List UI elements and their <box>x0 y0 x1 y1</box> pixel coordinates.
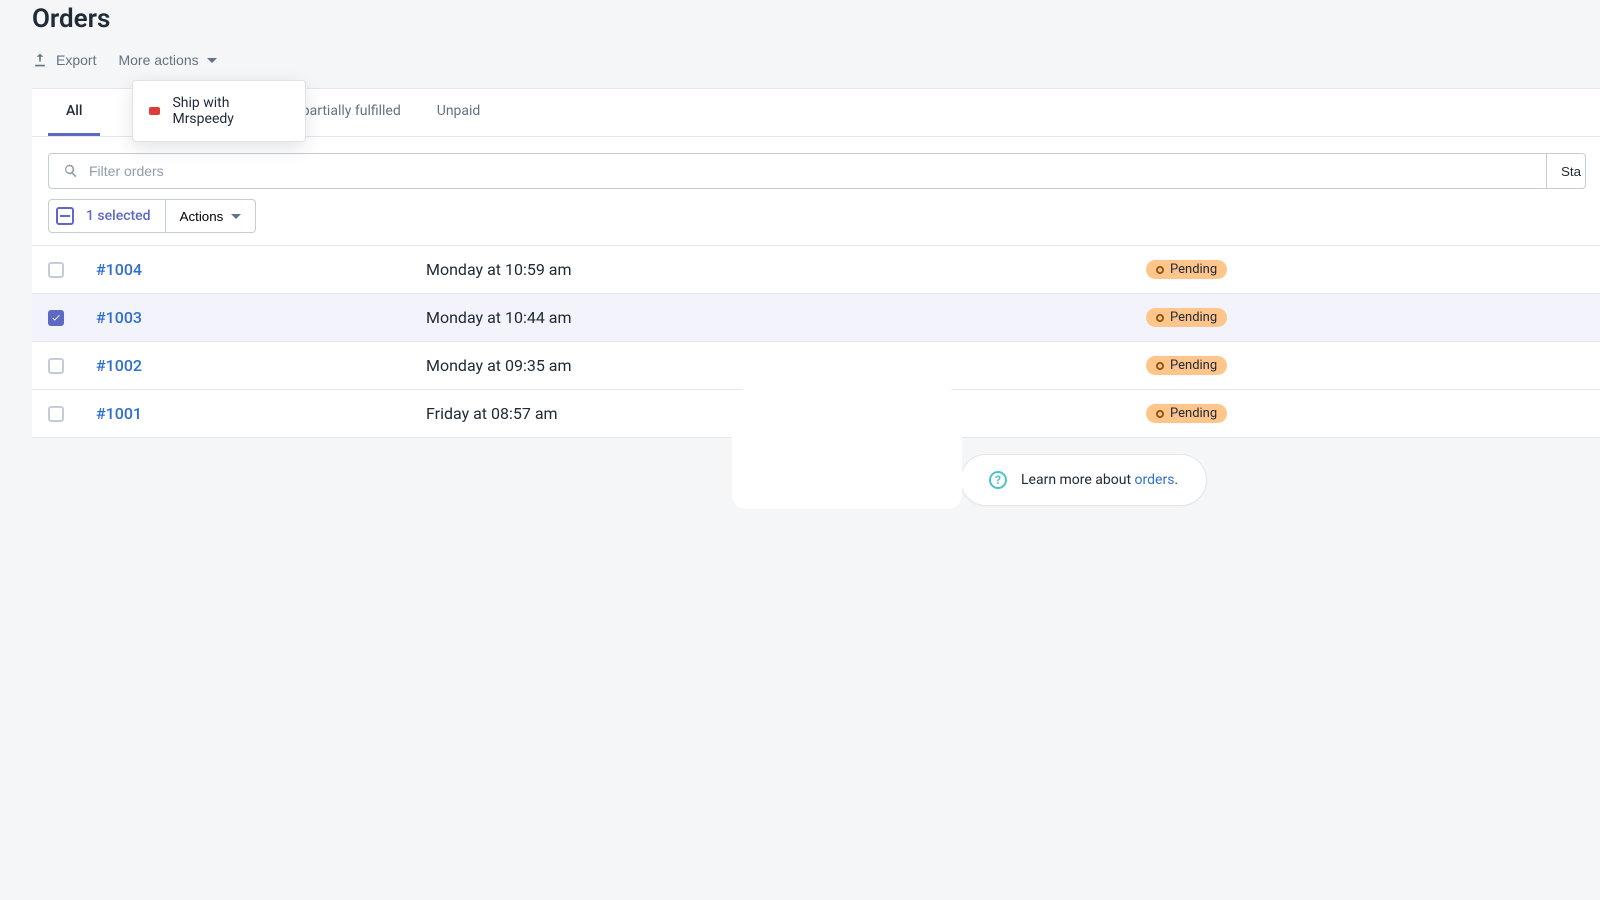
row-checkbox[interactable] <box>48 358 64 374</box>
status-dot-icon <box>1156 266 1164 274</box>
status-badge: Pending <box>1146 260 1227 279</box>
tab-all[interactable]: All <box>48 89 100 136</box>
order-link[interactable]: #1001 <box>96 404 142 423</box>
export-button[interactable]: Export <box>32 52 96 68</box>
dropdown-item-ship-mrspeedy[interactable]: Ship with Mrspeedy <box>133 85 305 137</box>
toolbar: Export More actions Ship with Mrspeedy <box>32 52 1600 88</box>
order-link[interactable]: #1004 <box>96 260 142 279</box>
tab-unpaid[interactable]: Unpaid <box>419 89 499 136</box>
page-title: Orders <box>32 0 1600 52</box>
more-actions-dropdown: Ship with Mrspeedy <box>132 80 306 142</box>
status-badge: Pending <box>1146 404 1227 423</box>
status-filter-button[interactable]: Sta <box>1546 153 1586 189</box>
export-icon <box>32 52 48 68</box>
order-date: Monday at 10:59 am <box>410 246 1130 294</box>
more-actions-label: More actions <box>118 52 198 68</box>
selection-count-label: 1 selected <box>86 208 151 224</box>
bulk-actions-label: Actions <box>180 209 224 224</box>
orders-help-link[interactable]: orders <box>1135 472 1175 488</box>
order-link[interactable]: #1003 <box>96 308 142 327</box>
search-icon <box>63 163 79 179</box>
export-label: Export <box>56 52 96 68</box>
filter-row: Sta <box>32 137 1600 189</box>
mrspeedy-icon <box>149 107 160 115</box>
status-filter-label: Sta <box>1561 164 1581 179</box>
status-badge: Pending <box>1146 308 1227 327</box>
more-actions-button[interactable]: More actions <box>118 52 216 68</box>
order-link[interactable]: #1002 <box>96 356 142 375</box>
bulk-actions-button[interactable]: Actions <box>166 199 257 233</box>
order-date: Monday at 09:35 am <box>410 342 1130 390</box>
table-row[interactable]: #1003 Monday at 10:44 am Pending <box>32 294 1600 342</box>
status-dot-icon <box>1156 362 1164 370</box>
chevron-down-icon <box>207 58 217 63</box>
row-checkbox[interactable] <box>48 406 64 422</box>
order-date: Monday at 10:44 am <box>410 294 1130 342</box>
help-icon: ? <box>989 471 1007 489</box>
learn-more-text: Learn more about orders. <box>1021 472 1178 488</box>
status-dot-icon <box>1156 314 1164 322</box>
selection-bar: 1 selected Actions <box>32 189 1600 245</box>
row-checkbox[interactable] <box>48 262 64 278</box>
chevron-down-icon <box>231 214 241 219</box>
row-checkbox[interactable] <box>48 310 64 326</box>
overlay-panel <box>732 389 962 509</box>
selection-count-box[interactable]: 1 selected <box>48 199 166 233</box>
dropdown-item-label: Ship with Mrspeedy <box>172 95 289 127</box>
status-dot-icon <box>1156 410 1164 418</box>
table-row[interactable]: #1004 Monday at 10:59 am Pending <box>32 246 1600 294</box>
search-input[interactable] <box>89 163 1532 179</box>
select-all-checkbox[interactable] <box>56 207 74 225</box>
learn-more-box: ? Learn more about orders. <box>960 454 1207 506</box>
table-row[interactable]: #1002 Monday at 09:35 am Pending <box>32 342 1600 390</box>
status-badge: Pending <box>1146 356 1227 375</box>
search-field-wrap[interactable] <box>48 153 1546 189</box>
